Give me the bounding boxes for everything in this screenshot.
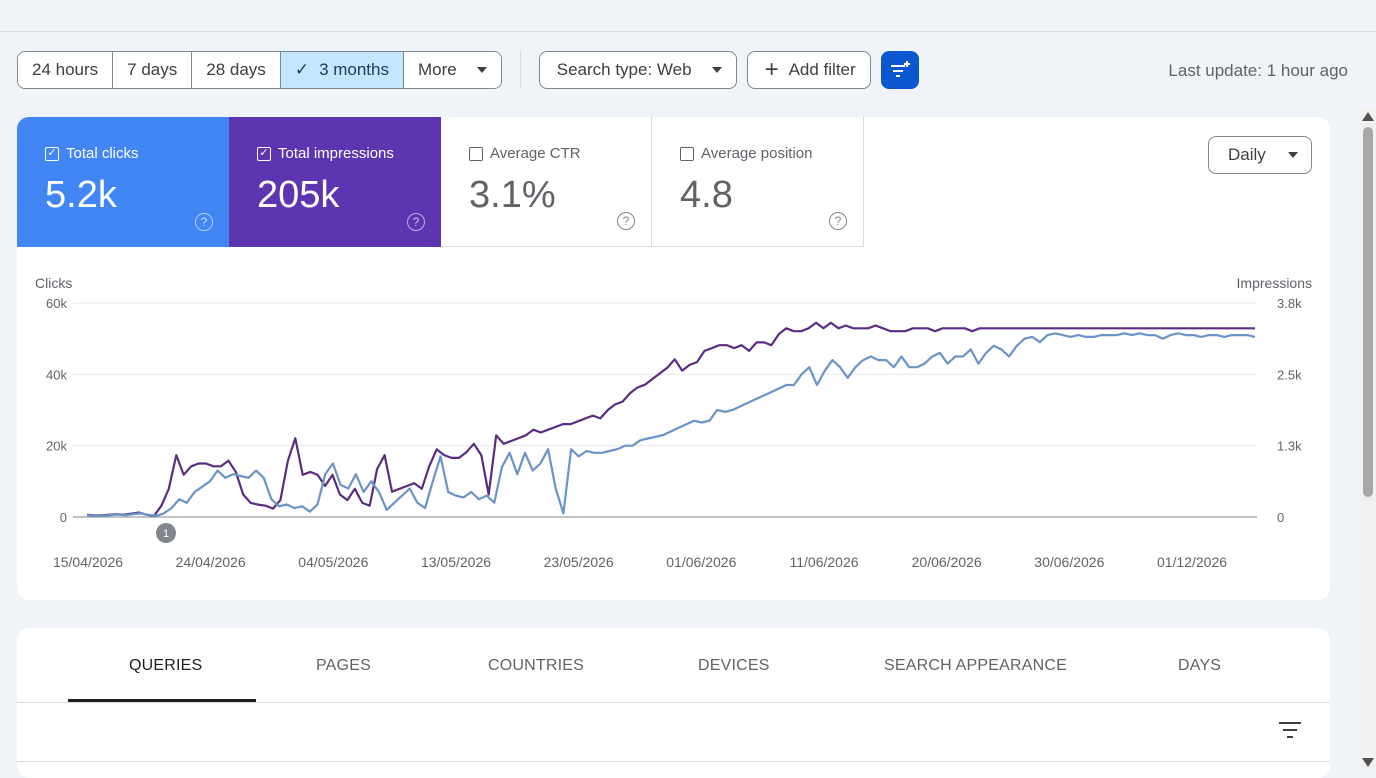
x-axis-tick: 01/12/2026 <box>1157 554 1227 570</box>
check-icon: ✓ <box>294 60 310 79</box>
right-axis-label: Impressions <box>1237 275 1312 291</box>
more-ranges-button[interactable]: More <box>404 52 501 88</box>
right-axis-tick: 3.8k <box>1277 296 1302 311</box>
tab-devices[interactable]: DEVICES <box>698 657 770 675</box>
left-axis-tick: 40k <box>46 367 67 382</box>
metric-average-ctr[interactable]: Average CTR 3.1% ? <box>441 117 652 247</box>
range-24-hours[interactable]: 24 hours <box>18 52 114 88</box>
scrollbar-thumb[interactable] <box>1363 127 1373 497</box>
right-axis-tick: 2.5k <box>1277 367 1302 382</box>
caret-down-icon <box>1287 152 1298 158</box>
metric-label: Average position <box>701 145 813 162</box>
performance-card: ✓ Total clicks 5.2k ? ✓ Total impressions … <box>17 117 1330 600</box>
series-line-clicks <box>86 332 1256 517</box>
range-label: 28 days <box>206 60 266 79</box>
scroll-down-arrow-icon[interactable] <box>1362 758 1374 767</box>
metric-value: 3.1% <box>469 174 556 216</box>
series-line-impressions <box>86 321 1255 517</box>
range-label: 7 days <box>127 60 178 79</box>
date-range-segmented: 24 hours 7 days 28 days ✓ 3 months More <box>17 51 502 89</box>
dimensions-card: QUERIES PAGES COUNTRIES DEVICES SEARCH A… <box>17 628 1330 778</box>
x-axis-tick: 01/06/2026 <box>666 554 736 570</box>
help-icon[interactable]: ? <box>829 212 847 230</box>
search-type-label: Search type: Web <box>556 60 692 79</box>
filter-list-icon <box>890 61 910 77</box>
date-toolbar: 24 hours 7 days 28 days ✓ 3 months More S… <box>17 51 919 89</box>
metric-value: 5.2k <box>45 174 117 216</box>
metric-value: 4.8 <box>680 174 733 216</box>
toolbar-separator <box>519 51 521 89</box>
range-7-days[interactable]: 7 days <box>113 52 193 88</box>
filter-settings-button[interactable] <box>880 51 919 89</box>
x-axis-tick: 30/06/2026 <box>1034 554 1104 570</box>
add-filter-button[interactable]: + Add filter <box>746 51 871 89</box>
x-axis-tick: 13/05/2026 <box>421 554 491 570</box>
range-28-days[interactable]: 28 days <box>192 52 281 88</box>
tab-days[interactable]: DAYS <box>1178 657 1221 675</box>
plus-icon: + <box>764 56 779 83</box>
checkbox-checked-icon[interactable]: ✓ <box>45 146 59 161</box>
tabs-divider <box>17 702 1330 703</box>
tab-countries[interactable]: COUNTRIES <box>488 657 584 675</box>
performance-chart: 0 0 20k 1.3k 40k 2.5k 60k 3.8k Clicks Impressions… <box>35 275 1312 570</box>
left-axis-tick: 60k <box>46 296 67 311</box>
metric-total-impressions[interactable]: ✓ Total impressions 205k ? <box>229 117 441 247</box>
checkbox-checked-icon[interactable]: ✓ <box>257 146 271 161</box>
tab-search-appearance[interactable]: SEARCH APPEARANCE <box>884 657 1067 675</box>
range-3-months[interactable]: ✓ 3 months <box>280 52 404 88</box>
metric-value: 205k <box>257 174 340 216</box>
x-axis-tick: 24/04/2026 <box>176 554 246 570</box>
left-axis-tick: 20k <box>46 439 67 454</box>
scroll-up-arrow-icon[interactable] <box>1362 112 1374 121</box>
x-axis-tick: 11/06/2026 <box>789 554 858 570</box>
table-header-divider <box>17 761 1330 762</box>
top-divider <box>0 31 1376 32</box>
right-axis-tick: 0 <box>1277 510 1284 525</box>
checkbox-unchecked-icon[interactable] <box>469 146 483 161</box>
x-axis-tick: 15/04/2026 <box>53 554 123 570</box>
granularity-label: Daily <box>1228 145 1266 164</box>
metric-average-position[interactable]: Average position 4.8 ? <box>652 117 864 247</box>
help-icon[interactable]: ? <box>617 212 635 230</box>
search-type-button[interactable]: Search type: Web <box>538 51 737 89</box>
help-icon[interactable]: ? <box>195 213 213 231</box>
tab-queries[interactable]: QUERIES <box>129 657 202 675</box>
add-filter-label: Add filter <box>788 60 856 79</box>
x-axis-tick: 23/05/2026 <box>544 554 614 570</box>
checkbox-unchecked-icon[interactable] <box>680 146 694 161</box>
left-axis-tick: 0 <box>60 510 67 525</box>
x-axis-tick: 20/06/2026 <box>912 554 982 570</box>
metric-label: Total clicks <box>66 145 139 162</box>
help-icon[interactable]: ? <box>407 213 425 231</box>
metric-label: Total impressions <box>278 145 394 162</box>
filter-rows-icon[interactable] <box>1278 721 1302 739</box>
annotation-label: 1 <box>163 528 169 540</box>
caret-down-icon <box>711 67 722 73</box>
last-update-text: Last update: 1 hour ago <box>1168 61 1348 80</box>
metric-label: Average CTR <box>490 145 581 162</box>
more-label: More <box>418 60 457 79</box>
caret-down-icon <box>476 67 487 73</box>
granularity-select[interactable]: Daily <box>1208 136 1312 174</box>
range-label: 3 months <box>319 60 389 79</box>
tab-pages[interactable]: PAGES <box>316 657 371 675</box>
right-axis-tick: 1.3k <box>1277 439 1302 454</box>
range-label: 24 hours <box>32 60 99 79</box>
left-axis-label: Clicks <box>35 275 72 291</box>
x-axis-tick: 04/05/2026 <box>298 554 368 570</box>
metric-total-clicks[interactable]: ✓ Total clicks 5.2k ? <box>17 117 229 247</box>
